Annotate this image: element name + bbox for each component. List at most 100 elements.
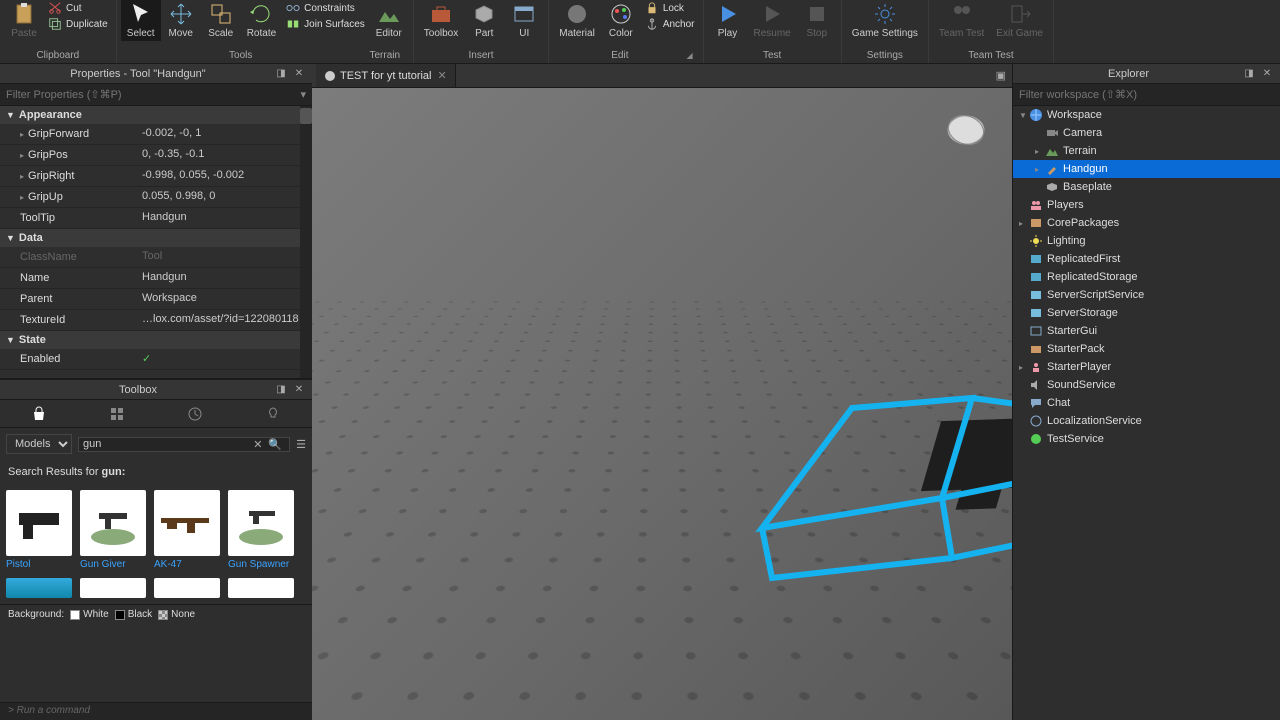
play-button[interactable]: Play (708, 0, 748, 41)
tree-baseplate[interactable]: Baseplate (1013, 178, 1280, 196)
bg-option-black[interactable]: Black (115, 609, 152, 620)
move-icon (169, 2, 193, 26)
toolbox-category-select[interactable]: Models (6, 434, 72, 454)
cut-button[interactable]: Cut (44, 0, 112, 16)
tree-testservice[interactable]: TestService (1013, 430, 1280, 448)
tree-serverstorage[interactable]: ServerStorage (1013, 304, 1280, 322)
scale-button[interactable]: Scale (201, 0, 241, 41)
duplicate-button[interactable]: Duplicate (44, 16, 112, 32)
resume-icon (760, 2, 784, 26)
command-bar[interactable]: > Run a command (0, 702, 312, 720)
edit-expand-corner[interactable]: ◢ (687, 51, 697, 61)
selection-box (742, 378, 1012, 598)
part-tree-icon (1045, 180, 1059, 194)
explorer-close-button[interactable]: ✕ (1260, 67, 1274, 81)
rotate-icon (249, 2, 273, 26)
ui-button[interactable]: UI (504, 0, 544, 41)
toolbox-search-clear[interactable]: ✕ (250, 438, 265, 451)
viewport-maximize-button[interactable]: ▣ (990, 69, 1012, 82)
toolbox-search-submit[interactable]: 🔍 (265, 438, 285, 451)
toolbox-item-partial-3[interactable] (154, 578, 220, 598)
prop-textureid[interactable]: TextureId…lox.com/asset/?id=122080118 (0, 310, 312, 331)
properties-close-button[interactable]: ✕ (292, 67, 306, 81)
tree-terrain[interactable]: ▸Terrain (1013, 142, 1280, 160)
tree-serverscriptservice[interactable]: ServerScriptService (1013, 286, 1280, 304)
properties-filter-input[interactable] (6, 89, 300, 101)
tree-corepackages[interactable]: ▸CorePackages (1013, 214, 1280, 232)
prop-gripright[interactable]: ▸GripRight-0.998, 0.055, -0.002 (0, 166, 312, 187)
tree-replicatedstorage[interactable]: ReplicatedStorage (1013, 268, 1280, 286)
toolbox-tab-marketplace[interactable] (9, 406, 69, 422)
bg-option-white[interactable]: White (70, 609, 109, 620)
tree-players[interactable]: Players (1013, 196, 1280, 214)
tree-handgun[interactable]: ▸Handgun (1013, 160, 1280, 178)
tool-icon (1045, 162, 1059, 176)
toolbox-results-header: Search Results for gun: (0, 460, 312, 484)
select-button[interactable]: Select (121, 0, 161, 41)
move-button[interactable]: Move (161, 0, 201, 41)
prop-name[interactable]: NameHandgun (0, 268, 312, 289)
color-button[interactable]: Color (601, 0, 641, 41)
toolbox-filter-button[interactable]: ☰ (296, 438, 306, 451)
explorer-popout-button[interactable]: ◨ (1242, 67, 1256, 81)
tree-startergui[interactable]: StarterGui (1013, 322, 1280, 340)
section-appearance[interactable]: ▼Appearance (0, 106, 312, 124)
toolbox-button[interactable]: Toolbox (418, 0, 464, 41)
toolbox-item-gunspawner[interactable]: Gun Spawner (228, 490, 294, 570)
toolbox-item-gungiver[interactable]: Gun Giver (80, 490, 146, 570)
tree-starterplayer[interactable]: ▸StarterPlayer (1013, 358, 1280, 376)
join-surfaces-button[interactable]: Join Surfaces (282, 16, 369, 32)
tree-replicatedfirst[interactable]: ReplicatedFirst (1013, 250, 1280, 268)
lighting-icon (1029, 234, 1043, 248)
tree-camera[interactable]: Camera (1013, 124, 1280, 142)
toolbox-item-pistol[interactable]: Pistol (6, 490, 72, 570)
document-tab[interactable]: TEST for yt tutorial ✕ (316, 64, 456, 87)
properties-scrollbar[interactable] (300, 106, 312, 378)
toolbox-popout-button[interactable]: ◨ (274, 383, 288, 397)
lock-button[interactable]: Lock (641, 0, 699, 16)
part-button[interactable]: Part (464, 0, 504, 41)
properties-filter-dropdown[interactable]: ▾ (300, 88, 306, 101)
section-state[interactable]: ▼State (0, 331, 312, 349)
prop-grippos[interactable]: ▸GripPos0, -0.35, -0.1 (0, 145, 312, 166)
anchor-button[interactable]: Anchor (641, 16, 699, 32)
tree-workspace[interactable]: ▼Workspace (1013, 106, 1280, 124)
toolbox-item-partial-2[interactable] (80, 578, 146, 598)
constraints-button[interactable]: Constraints (282, 0, 369, 16)
material-button[interactable]: Material (553, 0, 601, 41)
toolbox-tab-recent[interactable] (165, 406, 225, 422)
tree-localizationservice[interactable]: LocalizationService (1013, 412, 1280, 430)
toolbox-item-ak47[interactable]: AK-47 (154, 490, 220, 570)
properties-popout-button[interactable]: ◨ (274, 67, 288, 81)
bg-option-none[interactable]: None (158, 609, 195, 620)
serverstorage-icon (1029, 306, 1043, 320)
prop-parent[interactable]: ParentWorkspace (0, 289, 312, 310)
tree-soundservice[interactable]: SoundService (1013, 376, 1280, 394)
tree-chat[interactable]: Chat (1013, 394, 1280, 412)
stop-button: Stop (797, 0, 837, 41)
section-data[interactable]: ▼Data (0, 229, 312, 247)
localization-icon (1029, 414, 1043, 428)
toolbox-close-button[interactable]: ✕ (292, 383, 306, 397)
tree-lighting[interactable]: Lighting (1013, 232, 1280, 250)
toolbox-tab-inventory[interactable] (87, 406, 147, 422)
duplicate-icon (48, 17, 62, 31)
prop-gripforward[interactable]: ▸GripForward-0.002, -0, 1 (0, 124, 312, 145)
part-icon (472, 2, 496, 26)
explorer-filter-input[interactable] (1019, 89, 1274, 101)
rotate-button[interactable]: Rotate (241, 0, 282, 41)
toolbox-tab-creations[interactable] (243, 406, 303, 422)
view-gizmo[interactable] (938, 106, 994, 162)
toolbox-search-input[interactable] (83, 438, 250, 450)
shop-icon (31, 406, 47, 422)
viewport-3d[interactable]: ✥ (312, 88, 1012, 720)
prop-tooltip[interactable]: ToolTipHandgun (0, 208, 312, 229)
game-settings-button[interactable]: Game Settings (846, 0, 924, 41)
toolbox-item-partial-4[interactable] (228, 578, 294, 598)
prop-gripup[interactable]: ▸GripUp0.055, 0.998, 0 (0, 187, 312, 208)
tree-starterpack[interactable]: StarterPack (1013, 340, 1280, 358)
editor-button[interactable]: Editor (369, 0, 409, 41)
tab-close-button[interactable]: ✕ (438, 69, 447, 82)
prop-enabled[interactable]: Enabled✓ (0, 349, 312, 370)
toolbox-item-partial-1[interactable] (6, 578, 72, 598)
